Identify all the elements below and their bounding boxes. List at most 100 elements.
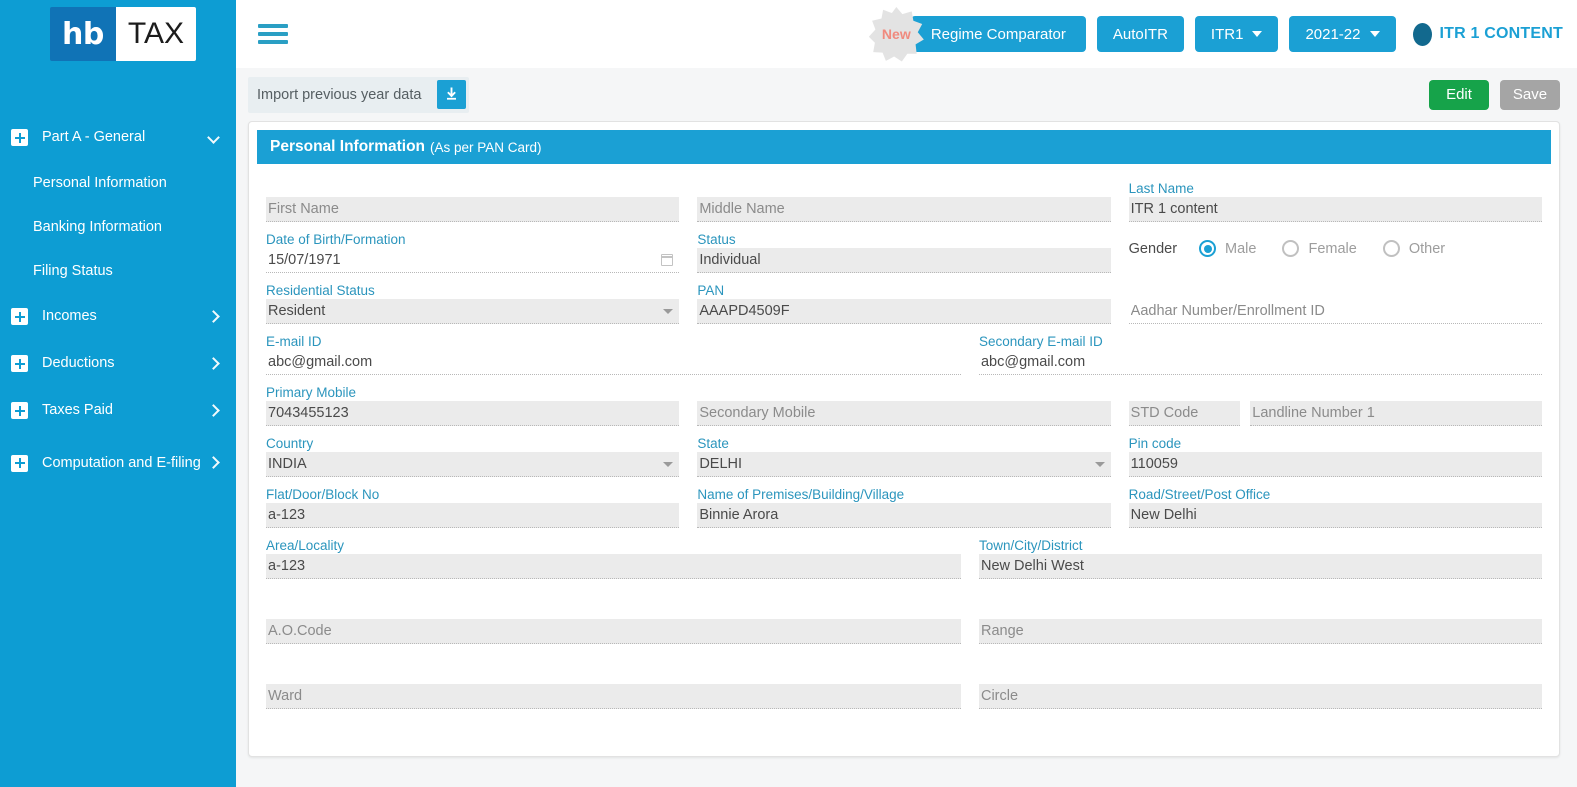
pin-code-value: 110059 (1130, 456, 1178, 472)
sidebar-item-banking-information[interactable]: Banking Information (0, 205, 236, 249)
sidebar-item-part-a-general[interactable]: Part A - General (0, 114, 236, 161)
last-name-label: Last Name (1128, 181, 1194, 196)
user-menu[interactable]: ITR 1 CONTENT (1412, 22, 1564, 46)
field-circle: Circle Circle (970, 667, 1551, 709)
action-toolbar: Import previous year data Edit Save (236, 68, 1577, 121)
aadhar-input[interactable]: Aadhar Number/Enrollment ID (1128, 299, 1542, 324)
ao-code-input[interactable]: A.O.Code (266, 619, 961, 644)
state-select[interactable]: DELHI (697, 452, 1111, 477)
user-name-label: ITR 1 CONTENT (1439, 25, 1563, 42)
email-input[interactable]: abc@gmail.com (266, 350, 961, 375)
secondary-email-input[interactable]: abc@gmail.com (978, 350, 1542, 375)
residential-status-value: Resident (268, 303, 326, 319)
gender-option-male[interactable]: Male (1199, 240, 1256, 257)
download-icon[interactable] (437, 80, 467, 109)
ward-value: Ward (268, 688, 303, 704)
import-label: Import previous year data (257, 86, 422, 103)
hamburger-menu-icon[interactable] (258, 20, 288, 48)
import-previous-year-data[interactable]: Import previous year data (248, 76, 470, 113)
chevron-right-icon (208, 405, 220, 417)
field-email-id: E-mail ID abc@gmail.com (257, 333, 970, 375)
sidebar-item-personal-information[interactable]: Personal Information (0, 161, 236, 205)
radio-unselected-icon (1282, 240, 1300, 257)
calendar-icon[interactable] (661, 254, 674, 266)
gender-option-other[interactable]: Other (1382, 240, 1446, 257)
secondary-mobile-value: Secondary Mobile (699, 405, 816, 421)
std-code-input[interactable]: STD Code (1128, 401, 1241, 426)
edit-button[interactable]: Edit (1429, 79, 1489, 110)
form-row-mobiles: Primary Mobile 7043455123 Secondary Mobi… (257, 384, 1551, 426)
dob-value: 15/07/1971 (268, 252, 341, 268)
range-input[interactable]: Range (978, 619, 1542, 644)
secondary-mobile-input[interactable]: Secondary Mobile (697, 401, 1111, 426)
middle-name-input[interactable]: Middle Name (697, 197, 1111, 222)
last-name-input[interactable]: ITR 1 content (1128, 197, 1542, 222)
residential-status-select[interactable]: Resident (266, 299, 680, 324)
first-name-input[interactable]: First Name (266, 197, 680, 222)
aadhar-value: Aadhar Number/Enrollment ID (1130, 303, 1325, 319)
flat-no-input[interactable]: a-123 (266, 503, 680, 528)
chevron-down-icon (663, 308, 674, 314)
road-input[interactable]: New Delhi (1128, 503, 1542, 528)
field-date-of-birth: Date of Birth/Formation 15/07/1971 (257, 231, 688, 273)
sidebar-item-deductions[interactable]: Deductions (0, 340, 236, 387)
sidebar-item-computation-and-efiling[interactable]: Computation and E-filing (0, 434, 236, 492)
form-row-address-2: Area/Locality a-123 Town/City/District N… (257, 537, 1551, 579)
premises-input[interactable]: Binnie Arora (697, 503, 1111, 528)
flat-no-value: a-123 (268, 507, 306, 523)
field-last-name: Last Name ITR 1 content (1120, 180, 1551, 222)
sidebar-item-label: Deductions (42, 355, 115, 372)
field-pin-code: Pin code 110059 (1120, 435, 1551, 477)
assessment-year-value: 2021-22 (1305, 25, 1361, 43)
pin-code-label: Pin code (1128, 436, 1182, 451)
gender-option-female[interactable]: Female (1282, 240, 1357, 257)
radio-selected-icon (1199, 240, 1217, 257)
field-flat-door-block: Flat/Door/Block No a-123 (257, 486, 688, 528)
sidebar-item-taxes-paid[interactable]: Taxes Paid (0, 387, 236, 434)
area-input[interactable]: a-123 (266, 554, 961, 579)
gender-other-label: Other (1408, 240, 1446, 257)
field-premises-name: Name of Premises/Building/Village Binnie… (688, 486, 1119, 528)
town-input[interactable]: New Delhi West (978, 554, 1542, 579)
pan-input[interactable]: AAAPD4509F (697, 299, 1111, 324)
secondary-email-label: Secondary E-mail ID (978, 334, 1103, 349)
chevron-right-icon (208, 358, 220, 370)
gender-radio-group: Gender Male Female Other (1129, 231, 1542, 257)
field-state: State DELHI (688, 435, 1119, 477)
premises-value: Binnie Arora (699, 507, 779, 523)
ao-code-value: A.O.Code (268, 623, 332, 639)
landline-number-input[interactable]: Landline Number 1 (1250, 401, 1542, 426)
gender-male-label: Male (1225, 240, 1257, 257)
regime-comparator-button[interactable]: New Regime Comparator (868, 7, 1086, 62)
pan-label: PAN (697, 283, 725, 298)
field-landline: STD Code STD Code (1120, 384, 1551, 426)
middle-name-value: Middle Name (699, 201, 785, 217)
circle-input[interactable]: Circle (978, 684, 1542, 709)
status-input[interactable]: Individual (697, 248, 1111, 273)
form-row-ward-circle: Ward Ward Circle Circ (257, 667, 1551, 709)
logo-tax-text: TAX (115, 7, 196, 61)
sidebar-nav: Part A - General Personal Information Ba… (0, 114, 236, 492)
assessment-year-select[interactable]: 2021-22 (1289, 16, 1396, 52)
sidebar-item-filing-status[interactable]: Filing Status (0, 249, 236, 293)
pin-code-input[interactable]: 110059 (1128, 452, 1542, 477)
chevron-down-icon (1252, 31, 1263, 37)
logo-hb-text: hb (50, 7, 116, 61)
residential-status-label: Residential Status (266, 283, 375, 298)
field-range: Range Range (970, 602, 1551, 644)
country-select[interactable]: INDIA (266, 452, 680, 477)
primary-mobile-input[interactable]: 7043455123 (266, 401, 680, 426)
dob-label: Date of Birth/Formation (266, 232, 406, 247)
field-first-name: First Name First Name (257, 180, 688, 222)
plus-icon (11, 308, 28, 325)
sidebar-item-incomes[interactable]: Incomes (0, 293, 236, 340)
auto-itr-button[interactable]: AutoITR (1096, 16, 1184, 52)
main-area: New Regime Comparator AutoITR ITR1 2021-… (236, 0, 1577, 787)
form-row-ao-range: A.O.Code A.O.Code Range (257, 602, 1551, 644)
dob-input[interactable]: 15/07/1971 (266, 248, 680, 273)
app-logo[interactable]: hb TAX (0, 0, 236, 68)
save-button[interactable]: Save (1500, 79, 1560, 110)
ward-input[interactable]: Ward (266, 684, 961, 709)
sidebar: hb TAX Part A - General Personal Informa… (0, 0, 236, 787)
itr-type-select[interactable]: ITR1 (1194, 16, 1279, 52)
